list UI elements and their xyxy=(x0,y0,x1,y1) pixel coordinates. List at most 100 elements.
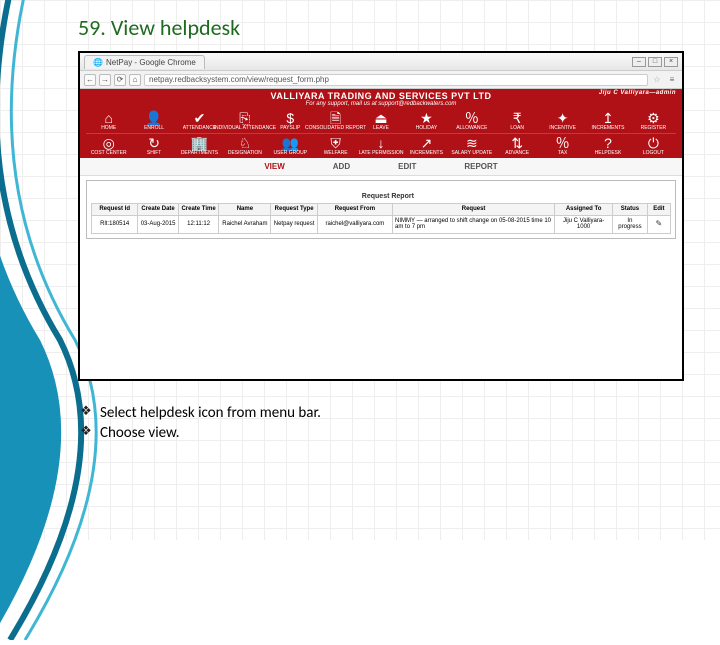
nav-item-cost-center[interactable]: ◎COST CENTER xyxy=(86,136,131,156)
nav-item-helpdesk[interactable]: ?HELPDESK xyxy=(585,136,630,156)
cost-center-icon: ◎ xyxy=(103,136,115,150)
th-edit: Edit xyxy=(647,204,670,216)
nav-item-advance[interactable]: ⇅ADVANCE xyxy=(495,136,540,156)
action-edit[interactable]: EDIT xyxy=(398,162,416,171)
payslip-icon: $ xyxy=(286,111,294,125)
nav-item-departments[interactable]: 🏢DEPARTMENTS xyxy=(177,136,222,156)
nav-item-leave[interactable]: ⏏LEAVE xyxy=(358,111,403,131)
chrome-menu-icon[interactable]: ≡ xyxy=(666,75,678,84)
actions-row: VIEW ADD EDIT REPORT xyxy=(80,158,682,176)
th-assigned: Assigned To xyxy=(555,204,613,216)
table-cell: Jiju C Valliyara-1000 xyxy=(555,215,613,233)
table-cell: Rlt:180514 xyxy=(92,215,138,233)
nav-item-allowance[interactable]: ％ALLOWANCE xyxy=(449,111,494,131)
nav-item-welfare[interactable]: ⛨WELFARE xyxy=(313,136,358,156)
request-report-legend: Request Report xyxy=(358,193,418,200)
welfare-icon: ⛨ xyxy=(330,136,341,150)
nav-back-icon[interactable]: ← xyxy=(84,74,96,86)
nav-item-register[interactable]: ⚙REGISTER xyxy=(631,111,676,131)
nav-item-increments[interactable]: ↥INCREMENTS xyxy=(585,111,630,131)
nav-item-logout[interactable]: ⏻LOGOUT xyxy=(631,136,676,156)
nav-item-salary-update[interactable]: ≋SALARY UPDATE xyxy=(449,136,494,156)
nav-item-shift[interactable]: ↻SHIFT xyxy=(131,136,176,156)
nav-item-label: LATE PERMISSION xyxy=(359,150,404,156)
late-permission-icon: ↓ xyxy=(378,136,385,150)
nav-item-label: USER GROUP xyxy=(273,150,307,156)
window-minimize[interactable]: – xyxy=(632,57,646,67)
nav-item-label: LOGOUT xyxy=(643,150,664,156)
nav-item-label: ADVANCE xyxy=(505,150,529,156)
nav-item-tax[interactable]: ％TAX xyxy=(540,136,585,156)
nav-row-2: ◎COST CENTER↻SHIFT🏢DEPARTMENTS♘DESIGNATI… xyxy=(80,134,682,158)
increments-icon: ↗ xyxy=(421,136,433,150)
nav-item-increments[interactable]: ↗INCREMENTS xyxy=(404,136,449,156)
nav-row-1: ⌂HOME👤ENROLL✔ATTENDANCE⎘INDIVIDUAL ATTEN… xyxy=(80,109,682,133)
nav-forward-icon[interactable]: → xyxy=(99,74,111,86)
support-note: For any support, mail us at support@redb… xyxy=(80,101,682,109)
departments-icon: 🏢 xyxy=(191,136,208,150)
window-close[interactable]: × xyxy=(664,57,678,67)
nav-item-enroll[interactable]: 👤ENROLL xyxy=(131,111,176,131)
nav-item-designation[interactable]: ♘DESIGNATION xyxy=(222,136,267,156)
nav-item-label: INCENTIVE xyxy=(549,125,576,131)
user-group-icon: 👥 xyxy=(282,136,299,150)
leave-icon: ⏏ xyxy=(374,111,387,125)
table-cell: In progress xyxy=(613,215,648,233)
bullet-icon: ❖ xyxy=(78,403,94,421)
instruction-bullets: ❖Select helpdesk icon from menu bar.❖Cho… xyxy=(78,403,692,444)
edit-icon: ✎ xyxy=(656,219,663,228)
th-create-date: Create Date xyxy=(138,204,179,216)
holiday-icon: ★ xyxy=(420,111,433,125)
nav-item-label: LOAN xyxy=(510,125,524,131)
slide-title: 59. View helpdesk xyxy=(78,14,692,41)
nav-item-user-group[interactable]: 👥USER GROUP xyxy=(268,136,313,156)
nav-item-label: COST CENTER xyxy=(91,150,127,156)
nav-item-label: SALARY UPDATE xyxy=(451,150,492,156)
nav-item-late-permission[interactable]: ↓LATE PERMISSION xyxy=(358,136,403,156)
increments-icon: ↥ xyxy=(602,111,614,125)
nav-item-home[interactable]: ⌂HOME xyxy=(86,111,131,131)
browser-titlebar: 🌐 NetPay - Google Chrome – □ × xyxy=(80,53,682,71)
bullet-text: Select helpdesk icon from menu bar. xyxy=(100,403,321,423)
loan-icon: ₹ xyxy=(513,111,522,125)
browser-toolbar: ← → ⟳ ⌂ netpay.redbacksystem.com/view/re… xyxy=(80,71,682,89)
th-req-type: Request Type xyxy=(271,204,317,216)
nav-item-holiday[interactable]: ★HOLIDAY xyxy=(404,111,449,131)
tax-icon: ％ xyxy=(556,136,570,150)
nav-item-label: WELFARE xyxy=(324,150,348,156)
url-bar[interactable]: netpay.redbacksystem.com/view/request_fo… xyxy=(144,74,648,86)
company-name: VALLIYARA TRADING AND SERVICES PVT LTD xyxy=(270,91,491,101)
tab-label: NetPay - Google Chrome xyxy=(106,58,196,67)
nav-item-individual-attendance[interactable]: ⎘INDIVIDUAL ATTENDANCE xyxy=(222,111,267,131)
url-text: netpay.redbacksystem.com/view/request_fo… xyxy=(149,75,329,84)
action-report[interactable]: REPORT xyxy=(464,162,497,171)
app-header: VALLIYARA TRADING AND SERVICES PVT LTD J… xyxy=(80,89,682,158)
nav-item-label: PAYSLIP xyxy=(280,125,300,131)
nav-item-label: REGISTER xyxy=(641,125,667,131)
window-maximize[interactable]: □ xyxy=(648,57,662,67)
table-cell: 03-Aug-2015 xyxy=(138,215,179,233)
nav-item-label: ENROLL xyxy=(144,125,164,131)
nav-item-consolidated-report[interactable]: 🗎CONSOLIDATED REPORT xyxy=(313,111,358,131)
enroll-icon: 👤 xyxy=(145,111,162,125)
bookmark-icon[interactable]: ☆ xyxy=(651,75,663,84)
nav-home-icon[interactable]: ⌂ xyxy=(129,74,141,86)
browser-tab[interactable]: 🌐 NetPay - Google Chrome xyxy=(84,55,205,69)
nav-item-label: ALLOWANCE xyxy=(456,125,487,131)
incentive-icon: ✦ xyxy=(557,111,569,125)
request-report-panel: Request Report Request Id Create Date Cr… xyxy=(86,180,676,239)
nav-item-label: DESIGNATION xyxy=(228,150,262,156)
edit-cell[interactable]: ✎ xyxy=(647,215,670,233)
action-view[interactable]: VIEW xyxy=(264,162,284,171)
th-name: Name xyxy=(219,204,271,216)
attendance-icon: ✔ xyxy=(194,111,206,125)
home-icon: ⌂ xyxy=(104,111,112,125)
nav-item-loan[interactable]: ₹LOAN xyxy=(495,111,540,131)
action-add[interactable]: ADD xyxy=(333,162,350,171)
nav-item-label: LEAVE xyxy=(373,125,389,131)
nav-item-incentive[interactable]: ✦INCENTIVE xyxy=(540,111,585,131)
bullet-icon: ❖ xyxy=(78,423,94,441)
nav-reload-icon[interactable]: ⟳ xyxy=(114,74,126,86)
table-cell: Netpay request xyxy=(271,215,317,233)
table-cell: Raichel Avraham xyxy=(219,215,271,233)
